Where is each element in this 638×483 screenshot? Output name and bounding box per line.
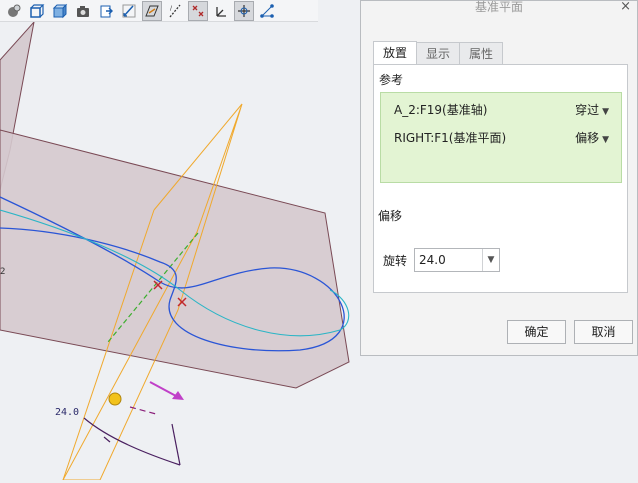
- cancel-button[interactable]: 取消: [574, 320, 633, 344]
- ok-button[interactable]: 确定: [507, 320, 566, 344]
- export-icon[interactable]: [96, 1, 116, 21]
- rotation-dimension-label[interactable]: 24.0: [55, 407, 79, 418]
- graphics-toolbar: /: [0, 0, 318, 22]
- rotation-value[interactable]: 24.0: [419, 253, 446, 267]
- chevron-down-icon: ▼: [602, 135, 609, 145]
- rotation-dimension-arc: [83, 417, 181, 466]
- dialog-title: 基准平面: [474, 0, 523, 14]
- reference-name: A_2:F19(基准轴): [394, 103, 488, 117]
- constraint-dropdown[interactable]: 偏移 ▼: [575, 129, 609, 149]
- reference-surface[interactable]: [0, 129, 350, 389]
- references-label: 参考: [379, 73, 404, 87]
- cube-view-icon[interactable]: [50, 1, 70, 21]
- svg-text:/: /: [170, 5, 173, 12]
- dialog-tabs: 放置 显示 属性: [373, 41, 504, 65]
- tab-placement[interactable]: 放置: [373, 41, 418, 65]
- datum-plane-dialog[interactable]: 基准平面 × 放置 显示 属性 参考 A_2:F19(基准轴) 穿过 ▼ RIGH…: [360, 0, 638, 356]
- chevron-down-icon[interactable]: ▼: [482, 249, 499, 271]
- reference-name: RIGHT:F1(基准平面): [394, 131, 507, 145]
- tab-properties[interactable]: 属性: [459, 42, 504, 64]
- datum-plane-display-icon[interactable]: [142, 0, 162, 21]
- surface-side-label: 2: [0, 267, 5, 277]
- sketch-pencil-icon[interactable]: [119, 1, 139, 21]
- reference-row[interactable]: RIGHT:F1(基准平面) 偏移 ▼: [394, 129, 609, 147]
- tab-display[interactable]: 显示: [416, 42, 461, 64]
- references-list[interactable]: A_2:F19(基准轴) 穿过 ▼ RIGHT:F1(基准平面) 偏移 ▼: [380, 92, 622, 183]
- spin-center-icon[interactable]: [234, 0, 254, 21]
- constraint-value: 偏移: [575, 131, 600, 145]
- rotation-label: 旋转: [383, 254, 408, 268]
- annotation-display-icon[interactable]: [257, 1, 277, 21]
- dialog-titlebar[interactable]: 基准平面 ×: [361, 0, 637, 15]
- chevron-down-icon: ▼: [602, 107, 609, 117]
- reference-row[interactable]: A_2:F19(基准轴) 穿过 ▼: [394, 101, 609, 119]
- csys-display-icon[interactable]: [211, 1, 231, 21]
- close-icon[interactable]: ×: [620, 0, 631, 14]
- drag-direction-arrow[interactable]: [149, 381, 184, 400]
- shading-icon[interactable]: [4, 1, 24, 21]
- datum-point-display-icon[interactable]: [188, 0, 208, 21]
- placement-panel: 参考 A_2:F19(基准轴) 穿过 ▼ RIGHT:F1(基准平面) 偏移 ▼ 偏…: [373, 64, 628, 293]
- constraint-value: 穿过: [575, 103, 600, 117]
- camera-icon[interactable]: [73, 1, 93, 21]
- datum-axis-display-icon[interactable]: /: [165, 1, 185, 21]
- offset-label: 偏移: [378, 209, 403, 223]
- box-view-icon[interactable]: [27, 1, 47, 21]
- constraint-dropdown[interactable]: 穿过 ▼: [575, 101, 609, 121]
- drag-handle[interactable]: [108, 392, 122, 406]
- rotation-input[interactable]: 24.0 ▼: [414, 248, 500, 272]
